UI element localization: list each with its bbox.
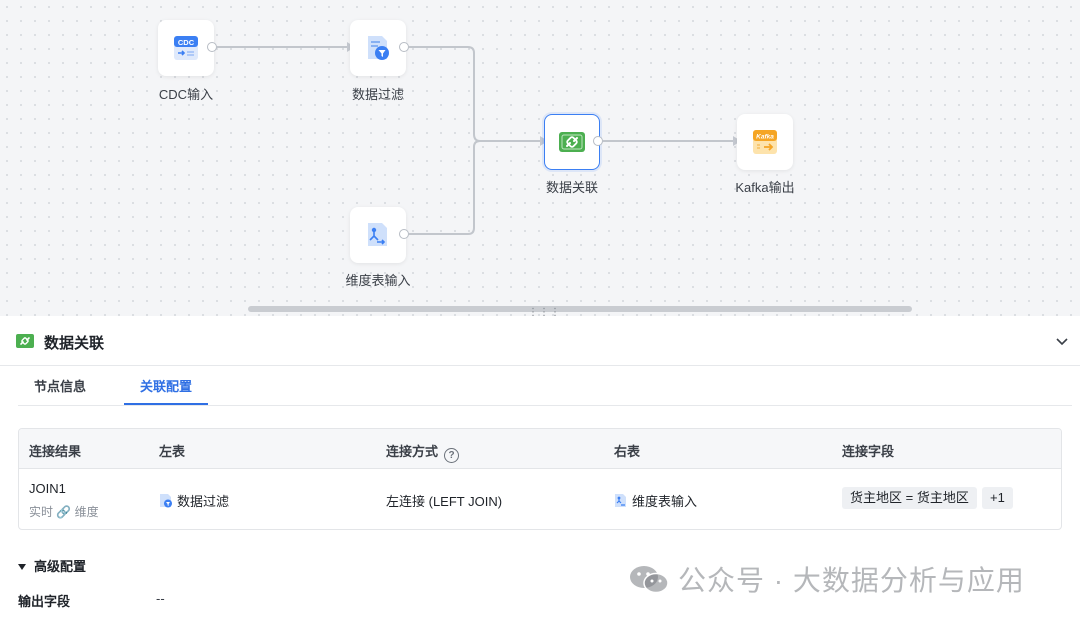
join-result-name: JOIN1 — [29, 481, 66, 496]
realtime-label: 实时 — [29, 505, 54, 519]
node-filter-label: 数据过滤 — [351, 87, 404, 102]
panel-title: 数据关联 — [44, 335, 105, 352]
dimension-label: 维度 — [74, 505, 99, 519]
node-dimension-label: 维度表输入 — [345, 273, 411, 288]
tab-join-config[interactable]: 关联配置 — [140, 368, 192, 406]
join-type-value[interactable]: 左连接 (LEFT JOIN) — [386, 491, 502, 510]
dimension-table-icon — [615, 494, 626, 507]
cdc-badge-text: CDC — [178, 38, 195, 47]
join-table: 连接结果 左表 连接方式? 右表 连接字段 JOIN1 实时 🔗 维度 数据过滤… — [18, 428, 1062, 530]
output-field-label: 输出字段 — [18, 594, 71, 609]
watermark: 公众号 · 大数据分析与应用 — [628, 559, 1025, 599]
kafka-badge-text: Kafka — [756, 134, 774, 141]
data-filter-icon — [368, 36, 389, 60]
dimension-table-icon — [368, 223, 387, 246]
right-table-cell[interactable]: 维度表输入 — [614, 491, 697, 510]
header-left-table: 左表 — [159, 444, 186, 459]
header-join-field: 连接字段 — [842, 444, 895, 459]
flow-canvas[interactable]: CDC CDC输入 数据过滤 数据关联 Kafka Kafka输出 维度表输入 … — [0, 0, 1080, 318]
node-kafka-label: Kafka输出 — [735, 180, 795, 195]
tab-node-info[interactable]: 节点信息 — [34, 368, 86, 406]
node-config-panel: 数据关联 节点信息 关联配置 连接结果 左表 连接方式? 右表 连接字段 JOI… — [0, 316, 1080, 619]
header-join-type: 连接方式? — [386, 441, 460, 463]
output-field-value: -- — [156, 591, 165, 606]
advanced-config-title: 高级配置 — [34, 559, 87, 574]
cdc-output-port[interactable] — [207, 42, 217, 52]
node-cdc-input[interactable]: CDC — [158, 20, 214, 76]
more-fields-tag[interactable]: +1 — [982, 487, 1013, 509]
active-tab-indicator — [124, 403, 208, 405]
data-join-icon — [559, 132, 585, 152]
caret-down-icon — [18, 564, 26, 570]
horizontal-scrollbar[interactable] — [248, 306, 912, 312]
left-table-name: 数据过滤 — [177, 494, 230, 509]
header-join-type-label: 连接方式 — [386, 444, 439, 459]
node-join-label: 数据关联 — [545, 180, 598, 195]
edge-dim-join — [409, 140, 481, 235]
data-join-icon — [16, 334, 34, 348]
node-dimension-table[interactable] — [350, 207, 406, 263]
join-output-port[interactable] — [593, 136, 603, 146]
node-data-filter[interactable] — [350, 20, 406, 76]
link-icon: 🔗 — [56, 505, 72, 519]
node-kafka-output[interactable]: Kafka — [737, 114, 793, 170]
filter-output-port[interactable] — [399, 42, 409, 52]
left-table-cell[interactable]: 数据过滤 — [159, 491, 229, 510]
kafka-output-icon: Kafka — [753, 130, 777, 154]
data-filter-icon — [160, 494, 172, 508]
right-table-name: 维度表输入 — [632, 494, 698, 509]
join-field-tag[interactable]: 货主地区 = 货主地区 — [842, 487, 977, 509]
advanced-config-toggle[interactable]: 高级配置 — [18, 556, 86, 575]
chevron-down-icon[interactable] — [1053, 332, 1071, 350]
join-result-sub: 实时 🔗 维度 — [29, 503, 99, 520]
header-right-table: 右表 — [614, 444, 641, 459]
watermark-text: 公众号 · 大数据分析与应用 — [678, 565, 1025, 596]
wechat-icon — [630, 566, 669, 594]
node-data-join[interactable] — [544, 114, 600, 170]
help-icon[interactable]: ? — [444, 448, 460, 463]
dimension-output-port[interactable] — [399, 229, 409, 239]
header-join-result: 连接结果 — [29, 444, 82, 459]
panel-header: 数据关联 — [0, 316, 1080, 366]
tab-bar: 节点信息 关联配置 — [18, 368, 1072, 406]
cdc-input-icon: CDC — [174, 36, 198, 60]
table-header: 连接结果 左表 连接方式? 右表 连接字段 — [19, 429, 1061, 469]
node-cdc-label: CDC输入 — [158, 87, 214, 102]
